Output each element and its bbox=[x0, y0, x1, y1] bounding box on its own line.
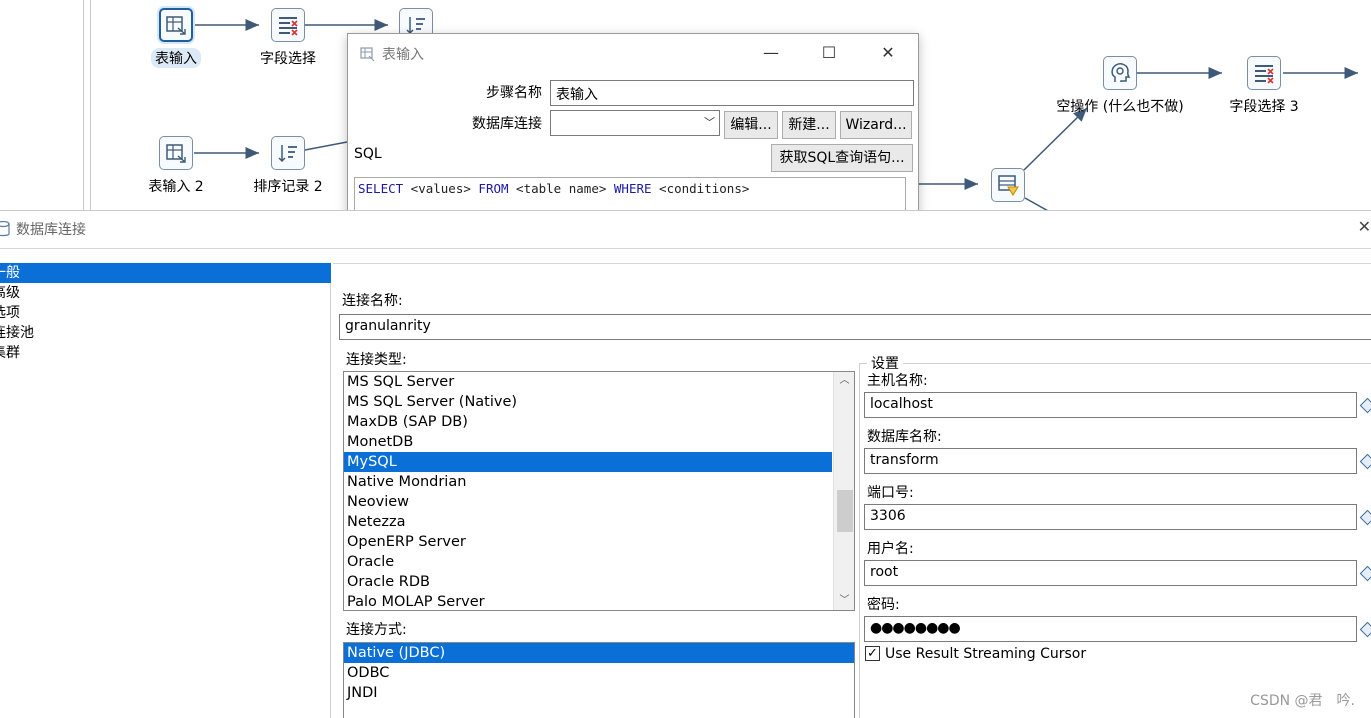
table-input-icon bbox=[166, 144, 186, 163]
wizard-button[interactable]: Wizard... bbox=[840, 111, 912, 139]
connection-type-label: 连接类型: bbox=[346, 352, 407, 368]
sql-keyword: SELECT bbox=[358, 181, 404, 196]
port-label: 端口号: bbox=[867, 485, 914, 501]
select-values-icon bbox=[279, 17, 298, 36]
list-item[interactable]: Neoview bbox=[344, 492, 854, 512]
hop-line bbox=[1023, 107, 1088, 171]
list-item-selected[interactable]: MySQL bbox=[344, 452, 832, 472]
nav-item-advanced[interactable]: 高级 bbox=[0, 283, 330, 303]
connection-name-label: 连接名称: bbox=[342, 293, 403, 309]
table-input-icon bbox=[166, 16, 186, 35]
scrollbar[interactable]: ︿ ﹀ bbox=[833, 372, 854, 610]
dialog-title: 表输入 bbox=[360, 44, 424, 64]
db-connection-select[interactable]: ﹀ bbox=[550, 110, 720, 136]
step-name-label: 步骤名称 bbox=[486, 85, 542, 101]
host-label: 主机名称: bbox=[867, 373, 928, 389]
port-input[interactable]: 3306 bbox=[864, 504, 1357, 530]
new-button[interactable]: 新建... bbox=[782, 111, 836, 139]
sql-text: <conditions> bbox=[651, 181, 750, 196]
access-method-label: 连接方式: bbox=[346, 622, 407, 638]
step-label: 字段选择 bbox=[260, 51, 316, 67]
dialog-title: 数据库连接 bbox=[0, 219, 86, 239]
streaming-cursor-checkbox[interactable]: ✓ bbox=[865, 646, 880, 661]
step-merge-join[interactable] bbox=[991, 168, 1025, 202]
database-connection-dialog: 数据库连接 ✕ 一般 高级 选项 连接池 集群 连接名称: granulanri… bbox=[0, 210, 1371, 718]
step-label: 排序记录 2 bbox=[253, 179, 323, 195]
select-values-icon bbox=[1255, 65, 1274, 84]
close-button[interactable]: ✕ bbox=[1358, 217, 1371, 236]
connection-type-list[interactable]: MS SQL Server MS SQL Server (Native) Max… bbox=[343, 371, 855, 611]
step-dummy[interactable] bbox=[1103, 56, 1137, 90]
list-item[interactable]: MonetDB bbox=[344, 432, 854, 452]
maximize-button[interactable]: ☐ bbox=[814, 40, 844, 66]
dialog-title-text: 表输入 bbox=[382, 47, 424, 63]
sql-keyword: WHERE bbox=[613, 181, 652, 196]
step-table-input-2[interactable] bbox=[159, 136, 193, 170]
hop-line bbox=[1024, 197, 1048, 210]
list-item[interactable]: MS SQL Server bbox=[344, 372, 854, 392]
sql-text: <table name> bbox=[508, 181, 614, 196]
db-connection-label: 数据库连接 bbox=[472, 116, 542, 132]
list-item[interactable]: Native Mondrian bbox=[344, 472, 854, 492]
table-input-dialog: 表输入 — ☐ ✕ 步骤名称 表输入 数据库连接 ﹀ 编辑... 新建... W… bbox=[347, 33, 919, 223]
step-select-values-1[interactable] bbox=[271, 8, 305, 42]
kettle-workspace: 表输入 字段选择 表输入 2 排序记录 2 空操作 (什么也不做) 字段选择 3… bbox=[0, 0, 1371, 718]
dialog-title-text: 数据库连接 bbox=[16, 222, 86, 238]
list-item[interactable]: Oracle RDB bbox=[344, 572, 854, 592]
step-label: 表输入 2 bbox=[148, 179, 204, 195]
host-input[interactable]: localhost bbox=[864, 392, 1357, 418]
password-input[interactable]: ●●●●●●●● bbox=[864, 616, 1357, 642]
list-item[interactable]: OpenERP Server bbox=[344, 532, 854, 552]
list-item[interactable]: ODBC bbox=[344, 663, 854, 683]
list-item[interactable]: MaxDB (SAP DB) bbox=[344, 412, 854, 432]
category-nav: 一般 高级 选项 连接池 集群 bbox=[0, 263, 331, 718]
username-label: 用户名: bbox=[867, 541, 914, 557]
sort-rows-icon bbox=[278, 145, 297, 163]
sql-label: SQL bbox=[354, 146, 382, 162]
streaming-cursor-label: Use Result Streaming Cursor bbox=[885, 646, 1087, 662]
nav-item-cluster[interactable]: 集群 bbox=[0, 343, 330, 363]
access-method-list[interactable]: Native (JDBC) ODBC JNDI bbox=[343, 642, 855, 718]
step-select-values-3[interactable] bbox=[1247, 56, 1281, 90]
table-input-icon bbox=[360, 47, 375, 62]
minimize-button[interactable]: — bbox=[756, 40, 786, 66]
list-item-selected[interactable]: Native (JDBC) bbox=[344, 643, 854, 663]
list-item[interactable]: MS SQL Server (Native) bbox=[344, 392, 854, 412]
general-panel: 连接名称: granulanrity 连接类型: MS SQL Server M… bbox=[333, 263, 1371, 718]
nav-item-options[interactable]: 选项 bbox=[0, 303, 330, 323]
scrollbar-thumb[interactable] bbox=[837, 490, 853, 532]
close-button[interactable]: ✕ bbox=[873, 40, 903, 66]
step-name-input[interactable]: 表输入 bbox=[550, 80, 914, 106]
list-item[interactable]: Netezza bbox=[344, 512, 854, 532]
chevron-down-icon[interactable]: ﹀ bbox=[834, 592, 854, 610]
step-table-input-1[interactable] bbox=[159, 8, 193, 42]
connection-name-input[interactable]: granulanrity bbox=[339, 314, 1371, 340]
chevron-up-icon[interactable]: ︿ bbox=[834, 372, 854, 390]
nav-item-pooling[interactable]: 连接池 bbox=[0, 323, 330, 343]
edit-button[interactable]: 编辑... bbox=[724, 111, 778, 139]
step-sort-rows-2[interactable] bbox=[271, 136, 305, 170]
hop-line bbox=[304, 141, 348, 151]
list-item[interactable]: Palo MOLAP Server bbox=[344, 592, 854, 610]
step-label: 字段选择 3 bbox=[1229, 99, 1299, 115]
step-label: 表输入 bbox=[151, 48, 201, 68]
database-name-label: 数据库名称: bbox=[867, 429, 942, 445]
list-item[interactable]: Oracle bbox=[344, 552, 854, 572]
database-name-input[interactable]: transform bbox=[864, 448, 1357, 474]
watermark: CSDN @君 吟. bbox=[1250, 693, 1355, 709]
merge-join-icon bbox=[998, 175, 1019, 196]
database-icon bbox=[0, 221, 10, 237]
dummy-icon bbox=[1111, 63, 1131, 82]
nav-item-general[interactable]: 一般 bbox=[0, 263, 331, 283]
sql-keyword: FROM bbox=[478, 181, 509, 196]
chevron-down-icon: ﹀ bbox=[704, 116, 715, 129]
list-item[interactable]: JNDI bbox=[344, 683, 854, 703]
get-sql-button[interactable]: 获取SQL查询语句... bbox=[771, 144, 913, 172]
sql-text: <values> bbox=[403, 181, 479, 196]
username-input[interactable]: root bbox=[864, 560, 1357, 586]
title-separator bbox=[0, 248, 1371, 249]
password-label: 密码: bbox=[867, 597, 900, 613]
step-label: 空操作 (什么也不做) bbox=[1056, 99, 1184, 115]
